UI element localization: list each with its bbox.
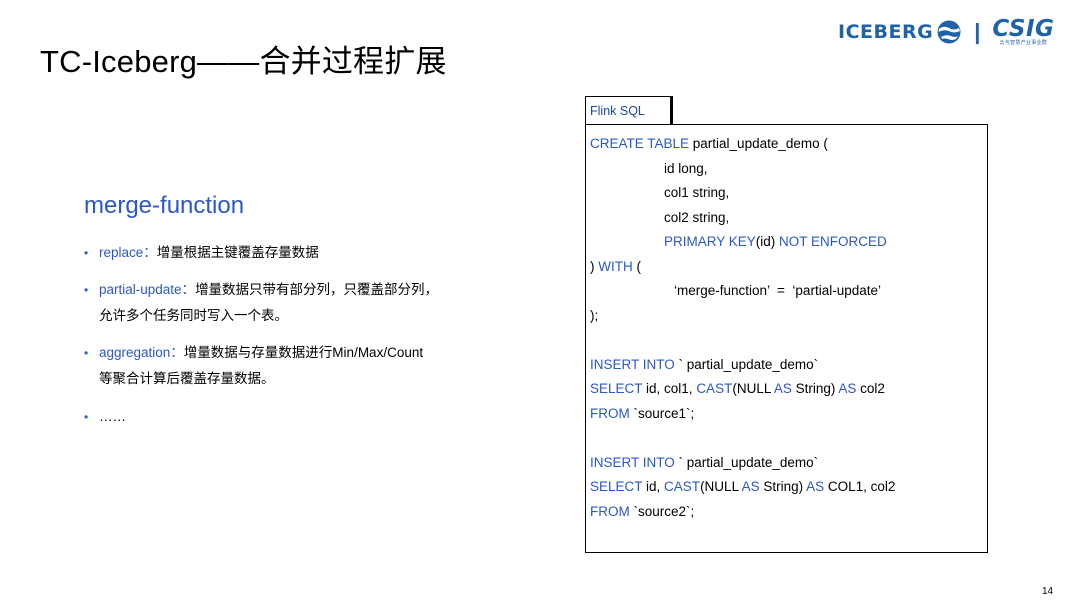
header-logos: ICEBERG | CSIG 云与智慧产业事业群 <box>838 16 1054 48</box>
code-line: PRIMARY KEY(id) NOT ENFORCED <box>586 230 987 255</box>
sql-keyword: CAST <box>696 381 733 396</box>
csig-logo-subtitle: 云与智慧产业事业群 <box>999 39 1048 46</box>
sql-text: `source2`; <box>629 503 695 519</box>
list-item: …… <box>84 404 126 430</box>
sql-text: ) <box>590 258 599 274</box>
list-item: partial-update：增量数据只带有部分列，只覆盖部分列， 允许多个任务… <box>84 277 438 329</box>
page-number: 14 <box>1042 586 1054 597</box>
sql-text: `source1`; <box>629 405 695 421</box>
sql-keyword: AS <box>806 479 825 494</box>
globe-icon <box>937 20 961 44</box>
sql-keyword: INSERT INTO <box>590 454 675 470</box>
code-line: ); <box>586 304 987 329</box>
code-block: CREATE TABLE partial_update_demo ( id lo… <box>585 124 988 553</box>
bullet-desc: …… <box>99 409 126 424</box>
bullet-term: aggregation： <box>99 345 184 360</box>
sql-text: partial_update_demo ( <box>689 136 828 151</box>
sql-text: ‘merge-function’ = ‘partial-update’ <box>674 283 881 298</box>
sql-text: col2 <box>856 381 885 396</box>
sql-keyword: NOT ENFORCED <box>779 234 887 249</box>
sql-keyword: AS <box>773 381 792 396</box>
iceberg-logo-text: ICEBERG <box>838 21 934 43</box>
code-line: ‘merge-function’ = ‘partial-update’ <box>586 279 987 304</box>
sql-keyword: WITH <box>598 258 633 274</box>
sql-keyword: INSERT INTO <box>590 356 675 372</box>
code-line: col1 string, <box>586 181 987 206</box>
sql-keyword: SELECT <box>590 479 643 494</box>
sql-text: (NULL <box>732 381 774 396</box>
logo-separator: | <box>974 19 981 44</box>
sql-text: COL1, col2 <box>824 479 896 494</box>
code-line: FROM `source2`; <box>586 500 987 525</box>
sql-keyword: CREATE TABLE <box>590 136 690 151</box>
csig-logo: CSIG 云与智慧产业事业群 <box>992 15 1055 47</box>
sql-keyword: AS <box>741 479 760 494</box>
bullet-term: replace： <box>99 245 157 260</box>
list-item: replace：增量根据主键覆盖存量数据 <box>84 240 319 266</box>
sql-text: col1 string, <box>664 185 730 200</box>
sql-keyword: AS <box>838 381 857 396</box>
code-line: INSERT INTO ` partial_update_demo` <box>586 451 987 476</box>
sql-text: id long, <box>664 160 708 176</box>
code-line: CREATE TABLE partial_update_demo ( <box>586 132 987 157</box>
sql-text: id, <box>642 479 665 494</box>
code-line: col2 string, <box>586 206 987 231</box>
code-line: SELECT id, col1, CAST(NULL AS String) AS… <box>586 377 987 402</box>
sql-keyword: FROM <box>590 405 630 421</box>
code-line: ) WITH ( <box>586 255 987 280</box>
csig-logo-text: CSIG <box>992 15 1055 42</box>
sql-text: ` partial_update_demo` <box>674 454 819 470</box>
sql-text: col2 string, <box>664 209 730 225</box>
sql-text: (id) <box>755 234 780 249</box>
bullet-desc: 允许多个任务同时写入一个表。 <box>99 308 288 323</box>
code-line: SELECT id, CAST(NULL AS String) AS COL1,… <box>586 475 987 500</box>
code-tab-label: Flink SQL <box>585 96 671 124</box>
sql-keyword: SELECT <box>590 381 643 396</box>
merge-function-heading: merge-function <box>84 192 245 219</box>
sql-keyword: CAST <box>664 479 701 494</box>
bullet-desc: 等聚合计算后覆盖存量数据。 <box>99 371 275 386</box>
sql-text: id, col1, <box>642 381 697 396</box>
sql-text: (NULL <box>700 479 742 494</box>
bullet-desc: 增量数据与存量数据进行Min/Max/Count <box>183 345 424 360</box>
bullet-desc: 增量数据只带有部分列，只覆盖部分列， <box>195 282 439 297</box>
sql-text: ( <box>632 258 642 274</box>
sql-text: String) <box>759 479 807 494</box>
sql-keyword: FROM <box>590 503 630 519</box>
list-item: aggregation：增量数据与存量数据进行Min/Max/Count 等聚合… <box>84 340 423 392</box>
sql-keyword: PRIMARY KEY <box>664 234 756 249</box>
sql-text: ` partial_update_demo` <box>674 356 819 372</box>
code-line: id long, <box>586 157 987 182</box>
sql-text: ); <box>590 307 599 323</box>
bullet-desc: 增量根据主键覆盖存量数据 <box>156 245 319 260</box>
bullet-term: partial-update： <box>99 282 196 297</box>
slide-title: TC-Iceberg——合并过程扩展 <box>40 44 447 79</box>
code-line: FROM `source1`; <box>586 402 987 427</box>
sql-text: String) <box>791 381 839 396</box>
code-line: INSERT INTO ` partial_update_demo` <box>586 353 987 378</box>
